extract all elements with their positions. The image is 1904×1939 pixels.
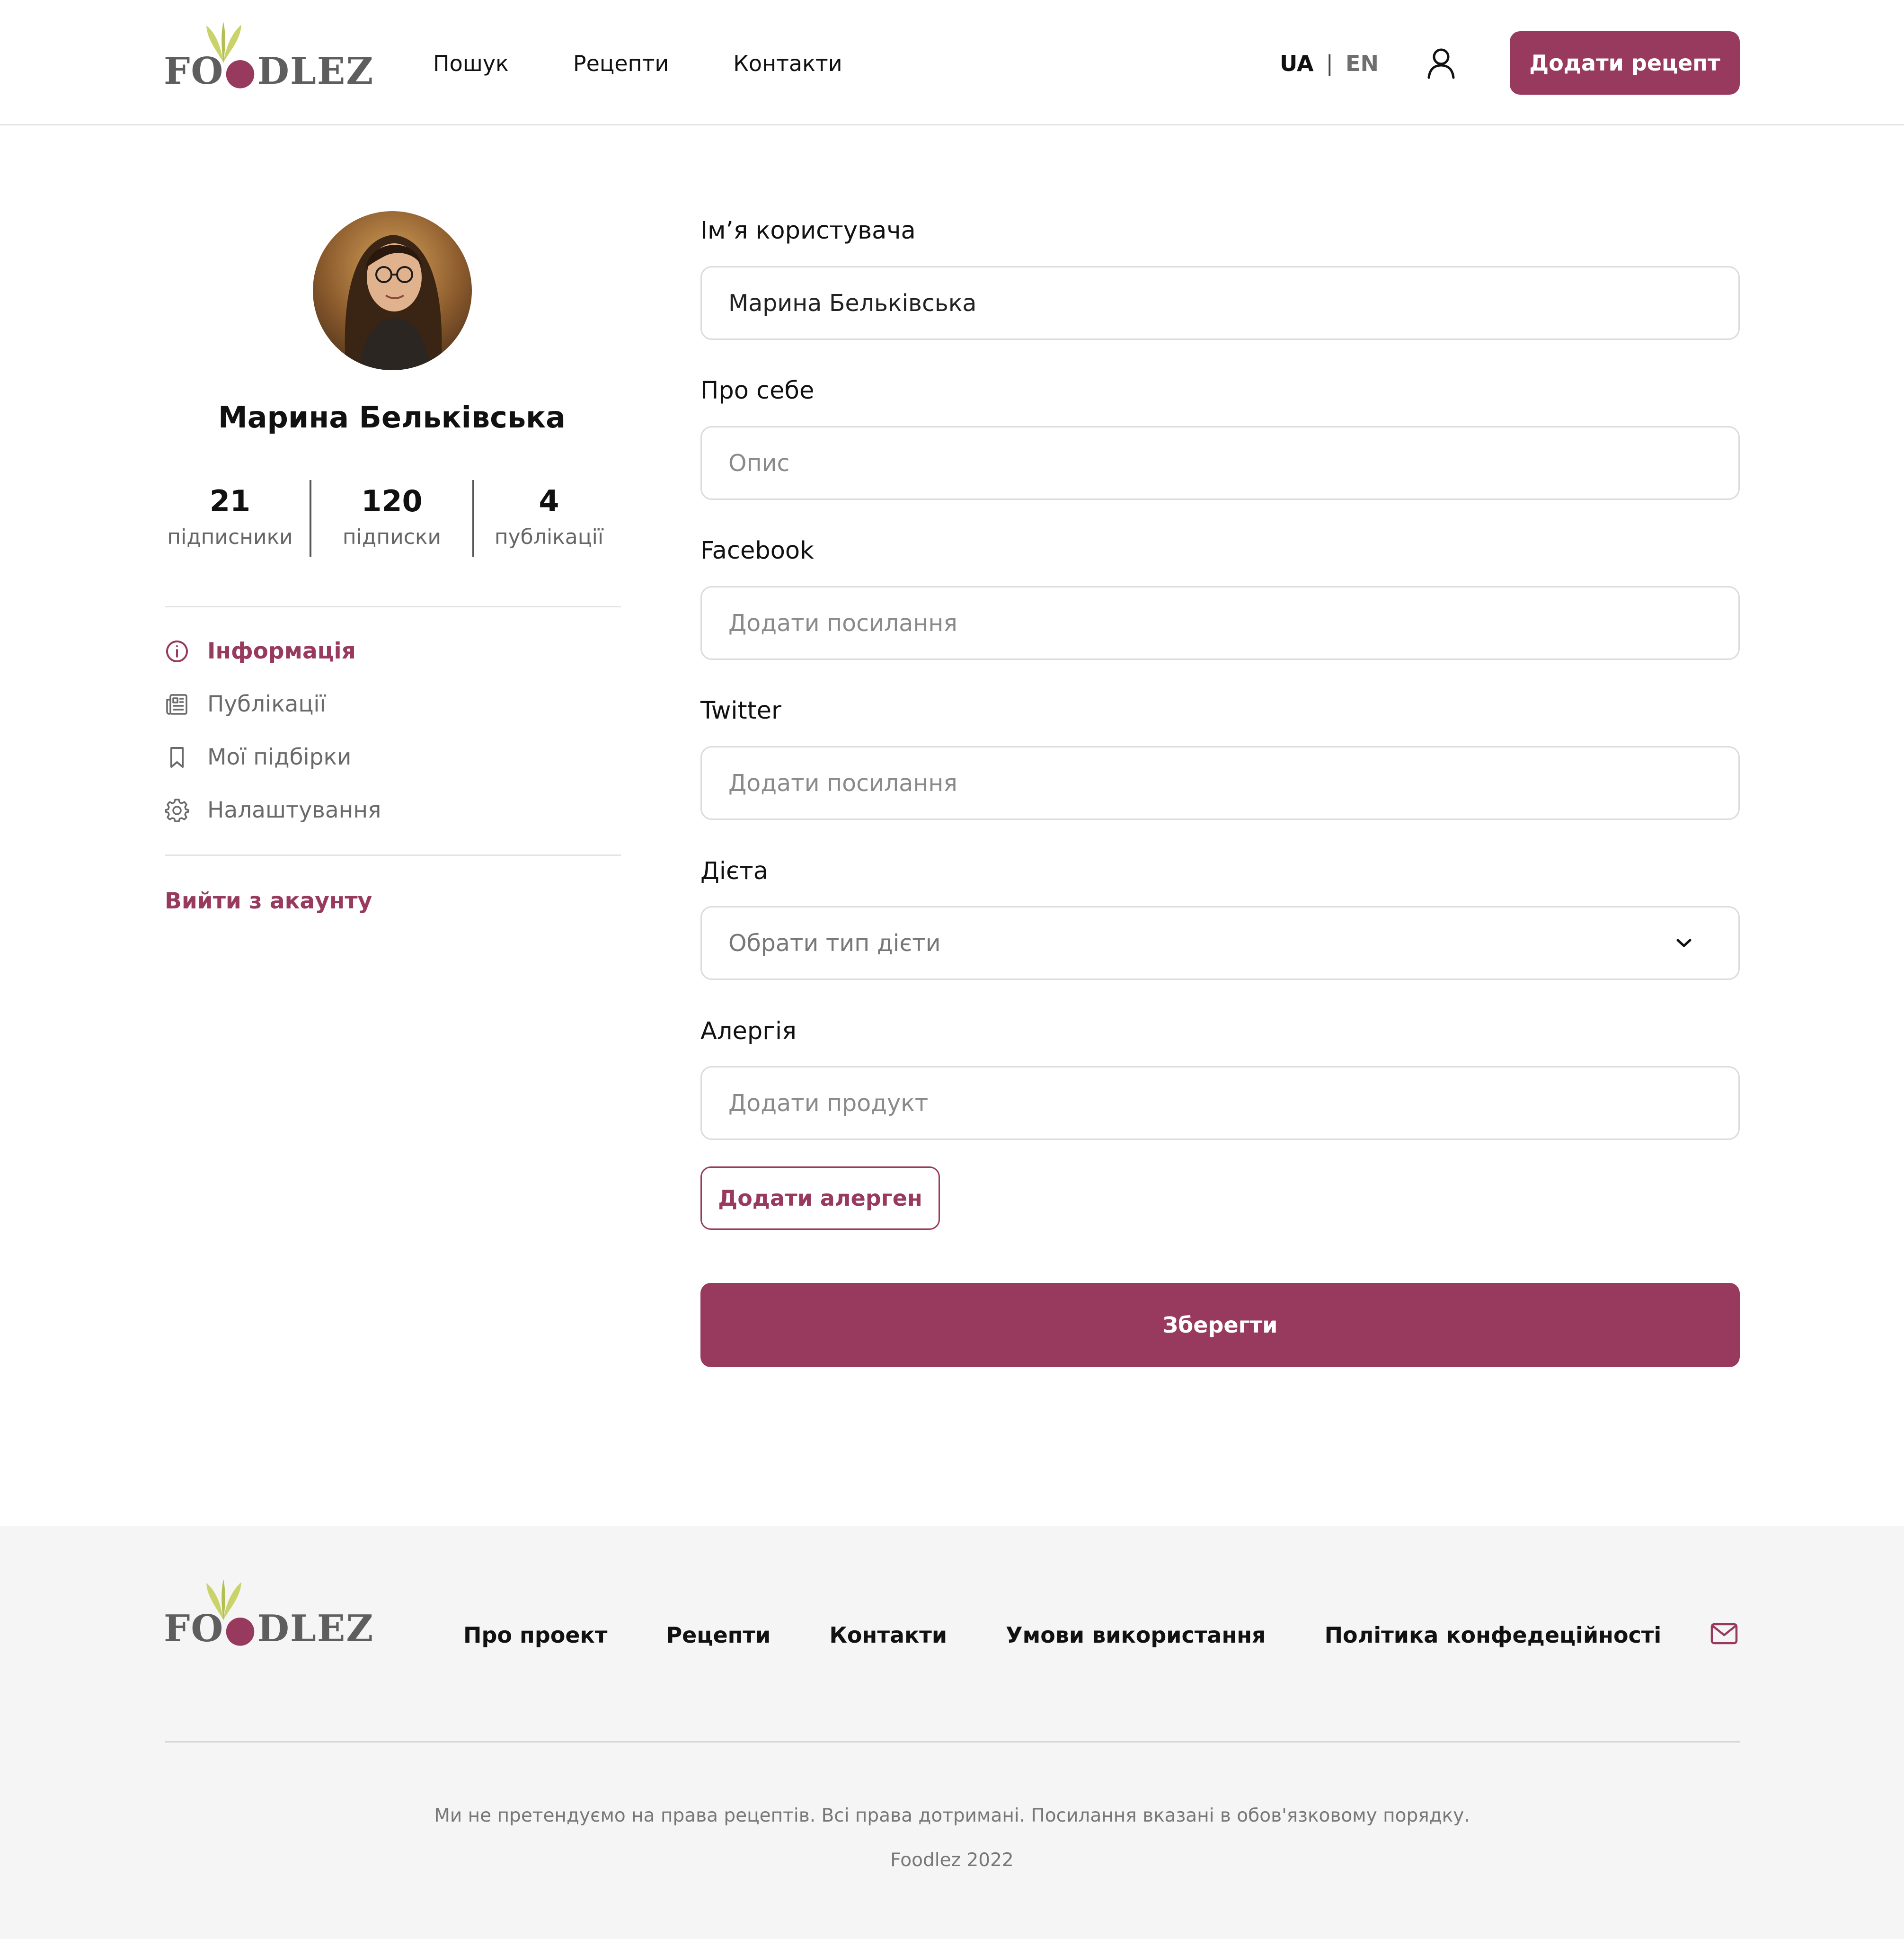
mail-icon[interactable] — [1710, 1623, 1738, 1645]
allergy-label: Алергія — [700, 1017, 797, 1045]
user-icon[interactable] — [1426, 47, 1456, 80]
menu-item-info[interactable]: Інформація — [165, 637, 356, 666]
stat-publications-label: публікації — [494, 525, 604, 549]
footer-nav-about[interactable]: Про проект — [463, 1621, 607, 1649]
diet-select[interactable]: Обрати тип дієти — [700, 906, 1740, 980]
add-allergen-button[interactable]: Додати алерген — [700, 1166, 940, 1230]
gear-icon — [165, 799, 189, 822]
main-nav: Пошук Рецепти Контакти — [433, 50, 842, 77]
footer-nav-contacts[interactable]: Контакти — [829, 1621, 947, 1649]
stat-publications[interactable]: 4 публікації — [479, 480, 619, 552]
menu-item-label: Інформація — [207, 638, 356, 664]
footer-nav-privacy[interactable]: Політика конфедеційності — [1325, 1621, 1662, 1649]
lang-en[interactable]: EN — [1346, 50, 1379, 77]
info-icon — [166, 640, 188, 662]
footer-divider — [165, 1741, 1740, 1743]
footer-nav: Про проект Рецепти Контакти Умови викори… — [463, 1621, 1661, 1649]
footer-disclaimer: Ми не претендуємо на права рецептів. Всі… — [434, 1805, 1470, 1826]
logo-wordmark: FO●DLEZ — [164, 1607, 374, 1650]
menu-item-publications[interactable]: Публікації — [165, 690, 326, 719]
add-recipe-button[interactable]: Додати рецепт — [1510, 31, 1740, 95]
facebook-input[interactable] — [700, 586, 1740, 660]
menu-item-label: Мої підбірки — [207, 744, 352, 770]
nav-search[interactable]: Пошук — [433, 50, 509, 77]
footer-nav-terms[interactable]: Умови використання — [1006, 1621, 1266, 1649]
about-input[interactable] — [700, 426, 1740, 500]
twitter-label: Twitter — [700, 697, 781, 725]
avatar — [313, 211, 472, 370]
diet-select-value: Обрати тип дієти — [728, 929, 941, 957]
username-label: Ім’я користувача — [700, 217, 916, 245]
stat-divider — [472, 480, 474, 557]
stat-following[interactable]: 120 підписки — [315, 480, 469, 552]
nav-contacts[interactable]: Контакти — [733, 50, 842, 77]
sidebar-divider-top — [165, 606, 621, 607]
twitter-input[interactable] — [700, 746, 1740, 820]
menu-item-settings[interactable]: Налаштування — [165, 796, 381, 825]
stat-followers-label: підписники — [167, 525, 293, 549]
stat-followers-value: 21 — [209, 484, 251, 518]
logo[interactable]: FO●DLEZ — [164, 21, 373, 90]
language-switcher: UA | EN — [1280, 50, 1379, 77]
stat-following-label: підписки — [342, 525, 442, 549]
diet-label: Дієта — [700, 857, 768, 885]
lang-separator: | — [1326, 51, 1334, 76]
about-label: Про себе — [700, 377, 815, 405]
footer-logo[interactable]: FO●DLEZ — [164, 1578, 373, 1647]
lang-ua[interactable]: UA — [1280, 50, 1314, 77]
allergy-input[interactable] — [700, 1066, 1740, 1140]
menu-item-label: Публікації — [207, 691, 326, 717]
bookmark-icon — [170, 747, 184, 768]
logout-link[interactable]: Вийти з акаунту — [165, 887, 372, 916]
stat-divider — [310, 480, 311, 557]
footer-copyright: Foodlez 2022 — [890, 1850, 1014, 1871]
username-input[interactable] — [700, 266, 1740, 340]
stat-publications-value: 4 — [539, 484, 559, 518]
header: FO●DLEZ Пошук Рецепти Контакти UA | EN Д… — [0, 0, 1904, 125]
newspaper-icon — [166, 694, 187, 715]
stat-following-value: 120 — [361, 484, 423, 518]
facebook-label: Facebook — [700, 537, 814, 565]
logo-wordmark: FO●DLEZ — [164, 50, 374, 93]
save-button[interactable]: Зберегти — [700, 1283, 1740, 1367]
menu-item-collections[interactable]: Мої підбірки — [165, 743, 351, 772]
profile-stats: 21 підписники 120 підписки 4 публікації — [165, 480, 619, 557]
menu-item-label: Налаштування — [207, 797, 381, 823]
stat-followers[interactable]: 21 підписники — [165, 480, 295, 552]
chevron-down-icon — [1676, 939, 1691, 947]
nav-recipes[interactable]: Рецепти — [573, 50, 669, 77]
profile-name: Марина Бельківська — [218, 400, 566, 435]
footer-nav-recipes[interactable]: Рецепти — [666, 1621, 770, 1649]
sidebar-divider-bottom — [165, 854, 621, 856]
